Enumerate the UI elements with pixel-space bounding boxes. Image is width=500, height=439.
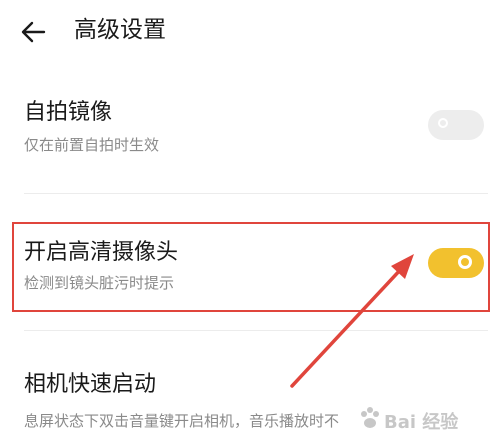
divider: [24, 330, 488, 331]
setting-hd-camera[interactable]: 开启高清摄像头 检测到镜头脏污时提示: [0, 232, 500, 304]
back-button[interactable]: [14, 14, 54, 50]
setting-description: 仅在前置自拍时生效: [24, 136, 160, 154]
toggle-knob: [458, 255, 472, 269]
hd-camera-toggle[interactable]: [428, 248, 484, 278]
arrow-left-icon: [21, 21, 46, 43]
setting-description: 检测到镜头脏污时提示: [24, 274, 175, 292]
toggle-knob: [438, 118, 448, 128]
setting-selfie-mirror[interactable]: 自拍镜像 仅在前置自拍时生效: [0, 92, 500, 172]
setting-title: 开启高清摄像头: [24, 240, 179, 265]
setting-quick-launch[interactable]: 相机快速启动 息屏状态下双击音量键开启相机，音乐播放时不: [0, 366, 500, 439]
page-title: 高级设置: [74, 17, 166, 43]
setting-description: 息屏状态下双击音量键开启相机，音乐播放时不: [24, 412, 340, 430]
setting-title: 相机快速启动: [24, 372, 157, 397]
selfie-mirror-toggle[interactable]: [428, 110, 484, 140]
divider: [24, 193, 488, 194]
setting-title: 自拍镜像: [24, 100, 113, 125]
app-header: 高级设置: [0, 0, 500, 64]
